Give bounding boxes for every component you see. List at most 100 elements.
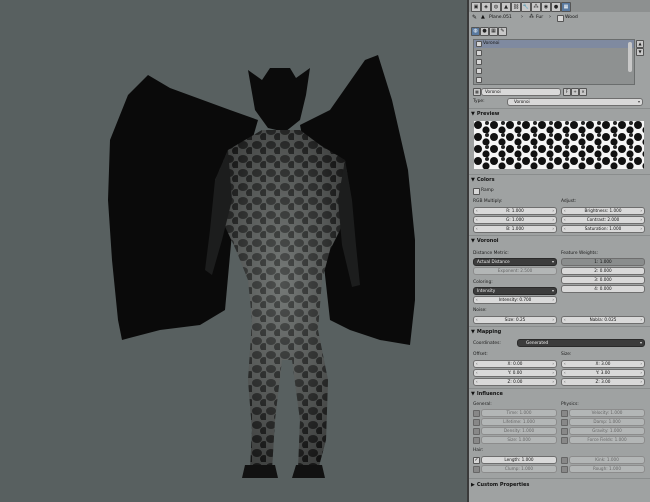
list-item[interactable] [474,76,634,84]
custom-properties-panel-header[interactable]: ▶ Custom Properties [471,481,646,489]
preview-panel-header[interactable]: ▼ Preview [471,110,646,118]
time-checkbox[interactable] [473,410,480,417]
voronoi-panel-header[interactable]: ▼ Voronoi [471,237,646,245]
scene-icon[interactable]: ◈ [481,2,491,12]
lifetime-checkbox[interactable] [473,419,480,426]
size-influence-field[interactable]: Size: 1.000 [481,436,557,444]
modifier-icon[interactable]: 🔧 [521,2,531,12]
collapse-triangle-icon: ▼ [471,391,475,397]
type-label: Type: [473,99,485,104]
unlink-icon[interactable]: ✕ [579,88,587,96]
gravity-field[interactable]: Gravity: 1.000 [569,427,645,435]
move-down-icon[interactable]: ▼ [636,48,644,56]
length-field[interactable]: Length: 1.000 [481,456,557,464]
density-field[interactable]: Density: 1.000 [481,427,557,435]
particles-icon[interactable]: ⁂ [531,2,541,12]
breadcrumb: ✎ ▲ Plane.051 › ⁂ Fur › Wood [469,12,650,23]
slot-checkbox[interactable] [476,68,482,74]
gravity-checkbox[interactable] [561,428,568,435]
other-texture-tab[interactable]: ▦ [489,27,498,36]
distance-metric-dropdown[interactable]: Actual Distance ▾ [473,258,557,266]
size-checkbox[interactable] [473,437,480,444]
slot-checkbox[interactable] [476,59,482,65]
nabla-field[interactable]: ‹ Nabla: 0.025 › [561,316,645,324]
pin-icon[interactable]: ✎ [472,14,477,21]
chevron-right-icon: › [521,14,523,20]
lifetime-field[interactable]: Lifetime: 1.000 [481,418,557,426]
3d-viewport[interactable] [0,0,467,502]
texture-icon[interactable]: ▦ [561,2,571,12]
clump-checkbox[interactable] [473,466,480,473]
weight-1-slider[interactable]: 1: 1.000 [561,258,645,266]
texture-toggle-checkbox[interactable] [557,15,564,22]
offset-y-field[interactable]: ‹ Y: 0.00 › [473,369,557,377]
kink-checkbox[interactable] [561,457,568,464]
new-texture-icon[interactable]: + [571,88,579,96]
texture-slot-list[interactable]: Voronoi [473,39,635,85]
fake-user-icon[interactable]: F [563,88,571,96]
weight-2-slider[interactable]: 2: 0.000 [561,267,645,275]
influence-panel-header[interactable]: ▼ Influence [471,390,646,398]
velocity-field[interactable]: Velocity: 1.000 [569,409,645,417]
force-fields-checkbox[interactable] [561,437,568,444]
list-scrollbar[interactable] [628,42,632,72]
coloring-dropdown[interactable]: Intensity ▾ [473,287,557,295]
world-icon[interactable]: ◍ [491,2,501,12]
object-icon[interactable]: ▲ [501,2,511,12]
brightness-field[interactable]: ‹ Brightness: 1.000 › [561,207,645,215]
exponent-field[interactable]: Exponent: 2.500 [473,267,557,275]
b-multiply-field[interactable]: ‹ B: 1.000 › [473,225,557,233]
density-checkbox[interactable] [473,428,480,435]
kink-field[interactable]: Kink: 1.000 [569,456,645,464]
rough-field[interactable]: Rough: 1.000 [569,465,645,473]
force-fields-field[interactable]: Force Fields: 1.000 [569,436,645,444]
intensity-field[interactable]: ‹ Intensity: 0.700 › [473,296,557,304]
render-icon[interactable]: ▣ [471,2,481,12]
material-texture-tab[interactable]: ● [480,27,489,36]
slot-checkbox[interactable] [476,77,482,83]
offset-z-field[interactable]: ‹ Z: 0.00 › [473,378,557,386]
clump-field[interactable]: Clump: 1.000 [481,465,557,473]
coordinates-dropdown[interactable]: Generated ▾ [517,339,645,347]
offset-x-field[interactable]: ‹ X: 0.00 › [473,360,557,368]
length-checkbox[interactable]: ✓ [473,457,480,464]
type-dropdown[interactable]: Voronoi ▾ [507,98,643,106]
g-multiply-field[interactable]: ‹ G: 1.000 › [473,216,557,224]
slot-checkbox[interactable] [476,41,482,47]
list-item[interactable] [474,67,634,75]
weight-4-slider[interactable]: 4: 0.000 [561,285,645,293]
size-y-field[interactable]: ‹ Y: 3.00 › [561,369,645,377]
texture-browse-icon[interactable]: ▦ [473,88,481,96]
velocity-checkbox[interactable] [561,410,568,417]
r-multiply-field[interactable]: ‹ R: 1.000 › [473,207,557,215]
list-item[interactable] [474,58,634,66]
list-item[interactable] [474,49,634,57]
contrast-field[interactable]: ‹ Contrast: 2.000 › [561,216,645,224]
texture-mode-label: Wood [565,15,578,20]
weight-3-slider[interactable]: 3: 0.000 [561,276,645,284]
constraint-icon[interactable]: ⛓ [511,2,521,12]
physics-icon[interactable]: ◉ [541,2,551,12]
chevron-right-icon: › [549,14,551,20]
texture-name-field[interactable]: Voronoi [481,88,561,96]
damp-checkbox[interactable] [561,419,568,426]
rough-checkbox[interactable] [561,466,568,473]
damp-field[interactable]: Damp: 1.000 [569,418,645,426]
colors-panel-header[interactable]: ▼ Colors [471,176,646,184]
brush-texture-tab[interactable]: ✎ [498,27,507,36]
mapping-panel-header[interactable]: ▼ Mapping [471,328,646,336]
collapse-triangle-icon: ▼ [471,177,475,183]
world-texture-tab[interactable]: ◍ [471,27,480,36]
time-field[interactable]: Time: 1.000 [481,409,557,417]
slot-checkbox[interactable] [476,50,482,56]
list-item[interactable]: Voronoi [474,40,634,48]
saturation-field[interactable]: ‹ Saturation: 1.000 › [561,225,645,233]
noise-size-field[interactable]: ‹ Size: 0.25 › [473,316,557,324]
size-x-field[interactable]: ‹ X: 3.00 › [561,360,645,368]
collapse-triangle-icon: ▼ [471,238,475,244]
particle-system-name: Fur [536,15,544,20]
material-icon[interactable]: ● [551,2,561,12]
size-z-field[interactable]: ‹ Z: 3.00 › [561,378,645,386]
ramp-checkbox[interactable] [473,188,480,195]
move-up-icon[interactable]: ▲ [636,40,644,48]
